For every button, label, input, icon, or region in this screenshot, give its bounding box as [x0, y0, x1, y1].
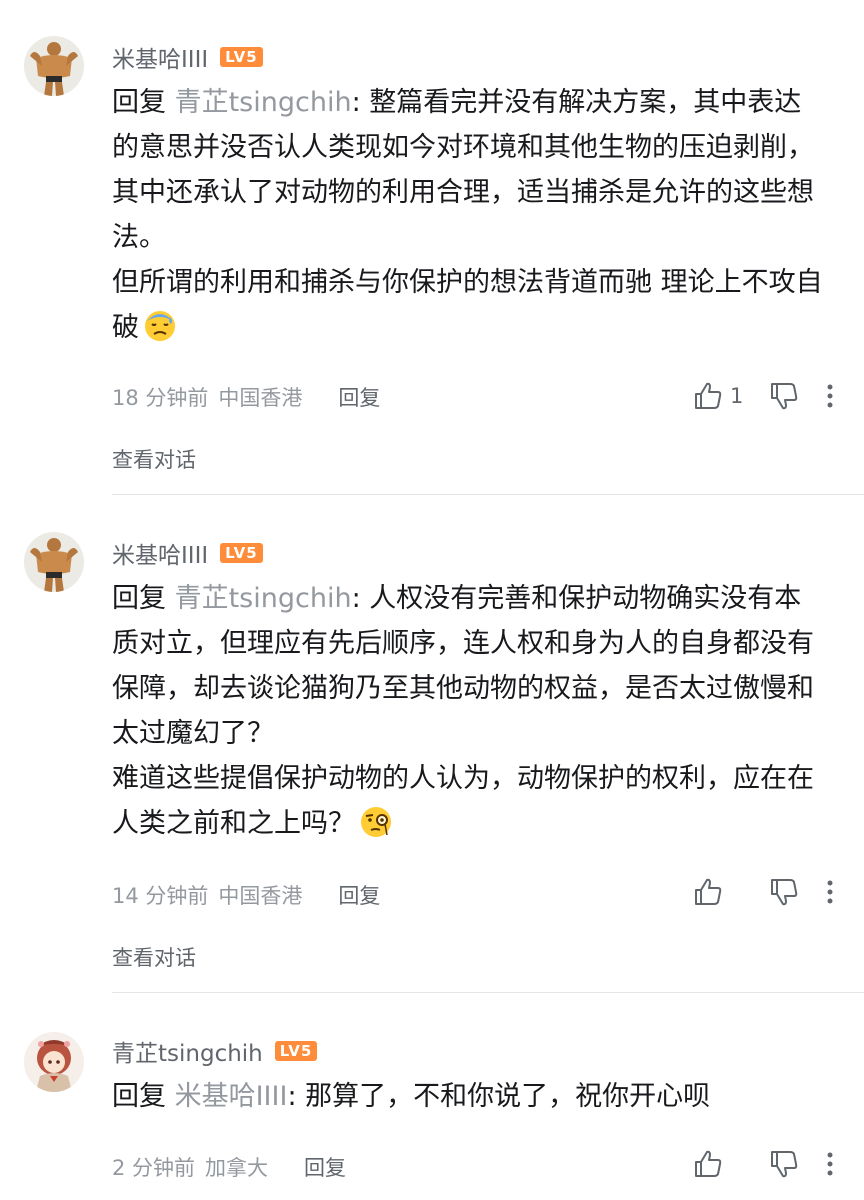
thumbs-up-icon[interactable]: [692, 1148, 724, 1180]
divider: [112, 992, 864, 993]
level-badge: LV5: [220, 543, 263, 563]
reply-prefix: 回复: [112, 583, 166, 614]
comment-actions: [692, 876, 836, 908]
comment-time: 2 分钟前: [112, 1156, 196, 1180]
avatar[interactable]: [24, 532, 84, 592]
reply-button[interactable]: 回复: [304, 1152, 346, 1182]
more-options-icon[interactable]: [824, 876, 836, 908]
username-row: 米基哈IIII LV5: [112, 536, 263, 570]
view-conversation-link[interactable]: 查看对话: [112, 444, 196, 474]
muscle-avatar-icon: [24, 532, 84, 592]
thumbs-down-icon[interactable]: [768, 876, 800, 908]
username[interactable]: 青芷tsingchih: [112, 1034, 263, 1068]
avatar[interactable]: [24, 36, 84, 96]
reply-prefix: 回复: [112, 87, 166, 118]
divider: [112, 494, 864, 495]
level-badge: LV5: [220, 47, 263, 67]
comment-paragraph: : 那算了，不和你说了，祝你开心呗: [287, 1081, 711, 1112]
more-options-icon[interactable]: [824, 380, 836, 412]
comment-text: 回复 青芷tsingchih: 人权没有完善和保护动物确实没有本质对立，但理应有…: [112, 576, 824, 853]
reply-target-link[interactable]: 米基哈IIII: [175, 1081, 288, 1112]
thumbs-up-icon[interactable]: [692, 876, 724, 908]
thumbs-down-icon[interactable]: [768, 380, 800, 412]
more-options-icon[interactable]: [824, 1148, 836, 1180]
comment-paragraph: 但所谓的利用和捕杀与你保护的想法背道而驰 理论上不攻自破: [112, 267, 823, 343]
thumbs-up-icon[interactable]: [692, 380, 724, 412]
comment-paragraph: 难道这些提倡保护动物的人认为，动物保护的权利，应在在人类之前和之上吗？: [112, 763, 814, 839]
reply-target-link[interactable]: 青芷tsingchih: [175, 87, 352, 118]
username[interactable]: 米基哈IIII: [112, 40, 208, 74]
comment-meta: 14 分钟前 中国香港 回复: [112, 880, 380, 910]
monocle-face-emoji-icon: [359, 805, 393, 853]
comment-time: 14 分钟前: [112, 884, 209, 908]
like-count: 1: [730, 384, 744, 408]
anime-girl-avatar-icon: [24, 1032, 84, 1092]
comment-text: 回复 米基哈IIII: 那算了，不和你说了，祝你开心呗: [112, 1074, 824, 1119]
comment-actions: [692, 1148, 836, 1180]
level-badge: LV5: [274, 1041, 318, 1061]
username-row: 米基哈IIII LV5: [112, 40, 263, 74]
muscle-avatar-icon: [24, 36, 84, 96]
view-conversation-link[interactable]: 查看对话: [112, 942, 196, 972]
username[interactable]: 米基哈IIII: [112, 536, 208, 570]
comment-location: 中国香港: [218, 386, 303, 410]
reply-button[interactable]: 回复: [338, 382, 380, 412]
username-row: 青芷tsingchih LV5: [112, 1034, 318, 1068]
comment-actions: 1: [692, 380, 836, 412]
thumbs-down-icon[interactable]: [768, 1148, 800, 1180]
avatar[interactable]: [24, 1032, 84, 1092]
reply-prefix: 回复: [112, 1081, 166, 1112]
reply-target-link[interactable]: 青芷tsingchih: [175, 583, 352, 614]
comment-meta: 2 分钟前 加拿大 回复: [112, 1152, 346, 1182]
comment-location: 加拿大: [205, 1156, 269, 1180]
comment-location: 中国香港: [218, 884, 303, 908]
reply-button[interactable]: 回复: [338, 880, 380, 910]
comment-time: 18 分钟前: [112, 386, 209, 410]
sweat-face-emoji-icon: [143, 309, 177, 357]
comment-meta: 18 分钟前 中国香港 回复: [112, 382, 380, 412]
comment-text: 回复 青芷tsingchih: 整篇看完并没有解决方案，其中表达的意思并没否认人…: [112, 80, 824, 357]
